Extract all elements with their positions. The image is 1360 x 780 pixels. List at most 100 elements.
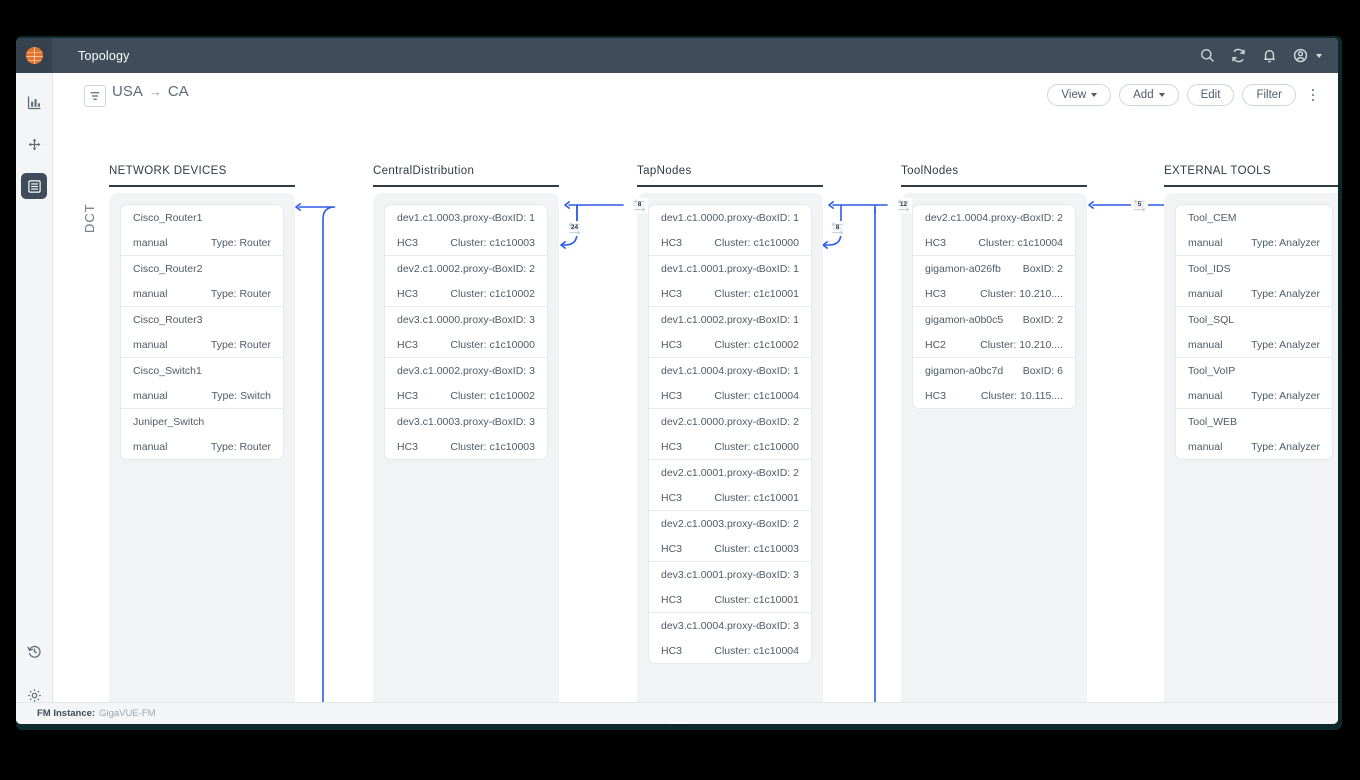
view-button[interactable]: View: [1047, 84, 1112, 106]
node-cluster: Cluster: c1c10002: [450, 389, 535, 402]
node-model: manual: [1188, 338, 1223, 351]
node-card-footer: HC3 Cluster: c1c10003: [385, 230, 547, 255]
node-card-footer: HC3 Cluster: c1c10001: [649, 281, 811, 306]
node-name: dev2.c1.0002.proxy-c...: [397, 262, 495, 275]
node-card-header: Cisco_Router2: [121, 256, 283, 281]
breadcrumb-item-0[interactable]: USA: [112, 83, 143, 100]
node-card-header: gigamon-a0bc7d BoxID: 6: [913, 358, 1075, 383]
node-cluster: Type: Analyzer: [1251, 236, 1320, 249]
node-card-footer: manual Type: Analyzer: [1176, 434, 1332, 459]
search-icon[interactable]: [1199, 47, 1216, 64]
node-card-header: gigamon-a026fb BoxID: 2: [913, 256, 1075, 281]
notification-bell-icon[interactable]: [1261, 47, 1278, 64]
node-card[interactable]: dev2.c1.0004.proxy-c...BoxID: 2 HC3 Cluste…: [913, 205, 1075, 256]
node-name: Tool_SQL: [1188, 313, 1235, 326]
node-card-header: dev3.c1.0000.proxy-c...BoxID: 3: [385, 307, 547, 332]
node-card[interactable]: gigamon-a0b0c5 BoxID: 2 HC2 Cluster: 10.210…: [913, 307, 1075, 358]
connection-badge-tool-ext-top[interactable]: 5: [1131, 198, 1148, 213]
node-card-header: dev2.c1.0004.proxy-c...BoxID: 2: [913, 205, 1075, 230]
node-name: dev2.c1.0004.proxy-c...: [925, 211, 1023, 224]
node-model: HC3: [397, 338, 419, 351]
node-card[interactable]: gigamon-a0bc7d BoxID: 6 HC3 Cluster: 10.115…: [913, 358, 1075, 408]
node-card[interactable]: dev1.c1.0002.proxy-c...BoxID: 1 HC3 Cluste…: [649, 307, 811, 358]
node-card[interactable]: dev3.c1.0004.proxy-c...BoxID: 3 HC3 Cluste…: [649, 613, 811, 663]
sidebar-item-topology[interactable]: [21, 131, 47, 157]
node-name: dev1.c1.0001.proxy-c...: [661, 262, 759, 275]
node-card[interactable]: dev2.c1.0002.proxy-c...BoxID: 2 HC3 Cluste…: [385, 256, 547, 307]
node-card[interactable]: Tool_CEM manual Type: Analyzer: [1176, 205, 1332, 256]
user-account-icon[interactable]: [1292, 47, 1309, 64]
filter-icon[interactable]: [84, 85, 106, 107]
node-card[interactable]: Cisco_Router2manual Type: Router: [121, 256, 283, 307]
node-card[interactable]: dev3.c1.0003.proxy-c...BoxID: 3 HC3 Cluste…: [385, 409, 547, 459]
node-card[interactable]: Tool_SQL manual Type: Analyzer: [1176, 307, 1332, 358]
node-card[interactable]: Cisco_Router3 manual Type: Router: [121, 307, 283, 358]
column-central-distribution: dev1.c1.0003.proxy-c...BoxID: 1 HC3 Cluste…: [373, 193, 559, 712]
node-card[interactable]: Cisco_Switch1 manual Type: Switch: [121, 358, 283, 409]
node-cluster: Cluster: 10.115....: [980, 389, 1063, 402]
column-rule-external-tools: [1164, 185, 1338, 187]
sidebar-item-dashboard[interactable]: [21, 89, 47, 115]
node-cluster: Cluster: c1c10001: [714, 287, 799, 300]
node-card[interactable]: dev3.c1.0001.proxy-c...BoxID: 3 HC3 Cluste…: [649, 562, 811, 613]
node-name: Tool_CEM: [1188, 211, 1237, 224]
node-cluster: Cluster: c1c10002: [714, 338, 799, 351]
node-box-id: BoxID: 2: [1022, 313, 1063, 326]
node-card[interactable]: dev3.c1.0002.proxy-c...BoxID: 3 HC3 Cluste…: [385, 358, 547, 409]
chevron-down-icon: [1091, 93, 1098, 97]
card-stack-tool-nodes: dev2.c1.0004.proxy-c...BoxID: 2HC3Cluste…: [912, 204, 1076, 409]
card-stack-tap-nodes: dev1.c1.0000.proxy-c...BoxID: 1HC3Cluste…: [648, 204, 812, 664]
kebab-menu-icon[interactable]: [1306, 84, 1320, 106]
node-card-header: dev1.c1.0002.proxy-c...BoxID: 1: [649, 307, 811, 332]
view-button-label: View: [1061, 89, 1087, 101]
connection-badge-cd-loop[interactable]: 24: [566, 221, 583, 236]
node-card[interactable]: dev2.c1.0000.proxy-c...BoxID: 2 HC3 Cluste…: [649, 409, 811, 460]
node-card[interactable]: dev3.c1.0000.proxy-c...BoxID: 3 HC3 Cluste…: [385, 307, 547, 358]
add-button[interactable]: Add: [1119, 84, 1179, 106]
node-card-footer: HC3 Cluster: c1c10001: [649, 587, 811, 612]
connection-badge-bottom-loop[interactable]: 5: [671, 722, 688, 724]
breadcrumb-item-1[interactable]: CA: [168, 83, 189, 100]
node-model: manual: [1188, 389, 1223, 402]
sidebar-item-inventory[interactable]: [21, 173, 47, 199]
node-model: HC3: [661, 491, 683, 504]
node-card[interactable]: dev2.c1.0001.proxy-c...BoxID: 2 HC3 Cluste…: [649, 460, 811, 511]
node-card[interactable]: dev1.c1.0003.proxy-c...BoxID: 1 HC3 Cluste…: [385, 205, 547, 256]
node-model: manual: [133, 338, 168, 351]
node-card[interactable]: gigamon-a026fb BoxID: 2 HC3 Cluster: 10.210…: [913, 256, 1075, 307]
node-card[interactable]: Tool_WEB manual Type: Analyzer: [1176, 409, 1332, 459]
connection-badge-tap-tool-top[interactable]: 12: [895, 198, 912, 213]
node-model: manual: [133, 287, 168, 300]
connection-badge-tap-loop[interactable]: 8: [829, 221, 846, 236]
account-chevron-down-icon[interactable]: [1316, 53, 1322, 58]
node-name: Juniper_Switch: [133, 415, 205, 428]
node-card-footer: manual Type: Router: [121, 332, 283, 357]
connection-badge-cd-tap-top[interactable]: 8: [631, 198, 648, 213]
node-name: dev1.c1.0000.proxy-c...: [661, 211, 759, 224]
node-model: HC3: [397, 440, 419, 453]
node-model: HC3: [661, 287, 683, 300]
node-cluster: Cluster: c1c10004: [714, 644, 799, 657]
node-card[interactable]: Tool_IDS manual Type: Analyzer: [1176, 256, 1332, 307]
node-name: dev2.c1.0000.proxy-c...: [661, 415, 759, 428]
filter-button[interactable]: Filter: [1242, 84, 1296, 106]
node-model: manual: [1188, 440, 1223, 453]
arrow-cd-loop: [560, 241, 566, 249]
node-card[interactable]: Juniper_Switch manual Type: Router: [121, 409, 283, 459]
node-card[interactable]: dev1.c1.0001.proxy-c...BoxID: 1 HC3 Cluste…: [649, 256, 811, 307]
connection-count: 24: [570, 224, 579, 232]
node-card-header: Juniper_Switch: [121, 409, 283, 434]
node-name: gigamon-a0bc7d: [925, 364, 1004, 377]
refresh-icon[interactable]: [1230, 47, 1247, 64]
node-card[interactable]: Tool_VoIP manual Type: Analyzer: [1176, 358, 1332, 409]
node-cluster: Type: Router: [210, 287, 271, 300]
edit-button[interactable]: Edit: [1186, 84, 1235, 106]
node-name: dev3.c1.0003.proxy-c...: [397, 415, 495, 428]
node-card[interactable]: dev1.c1.0000.proxy-c...BoxID: 1 HC3 Cluste…: [649, 205, 811, 256]
node-card[interactable]: dev1.c1.0004.proxy-c...BoxID: 1 HC3 Cluste…: [649, 358, 811, 409]
node-name: dev2.c1.0003.proxy-c...: [661, 517, 759, 530]
node-card[interactable]: Cisco_Router1 manual Type: Router: [121, 205, 283, 256]
node-card[interactable]: dev2.c1.0003.proxy-c...BoxID: 2 HC3 Cluste…: [649, 511, 811, 562]
sidebar-item-history[interactable]: [21, 638, 47, 664]
app-logo-button[interactable]: [16, 38, 52, 73]
